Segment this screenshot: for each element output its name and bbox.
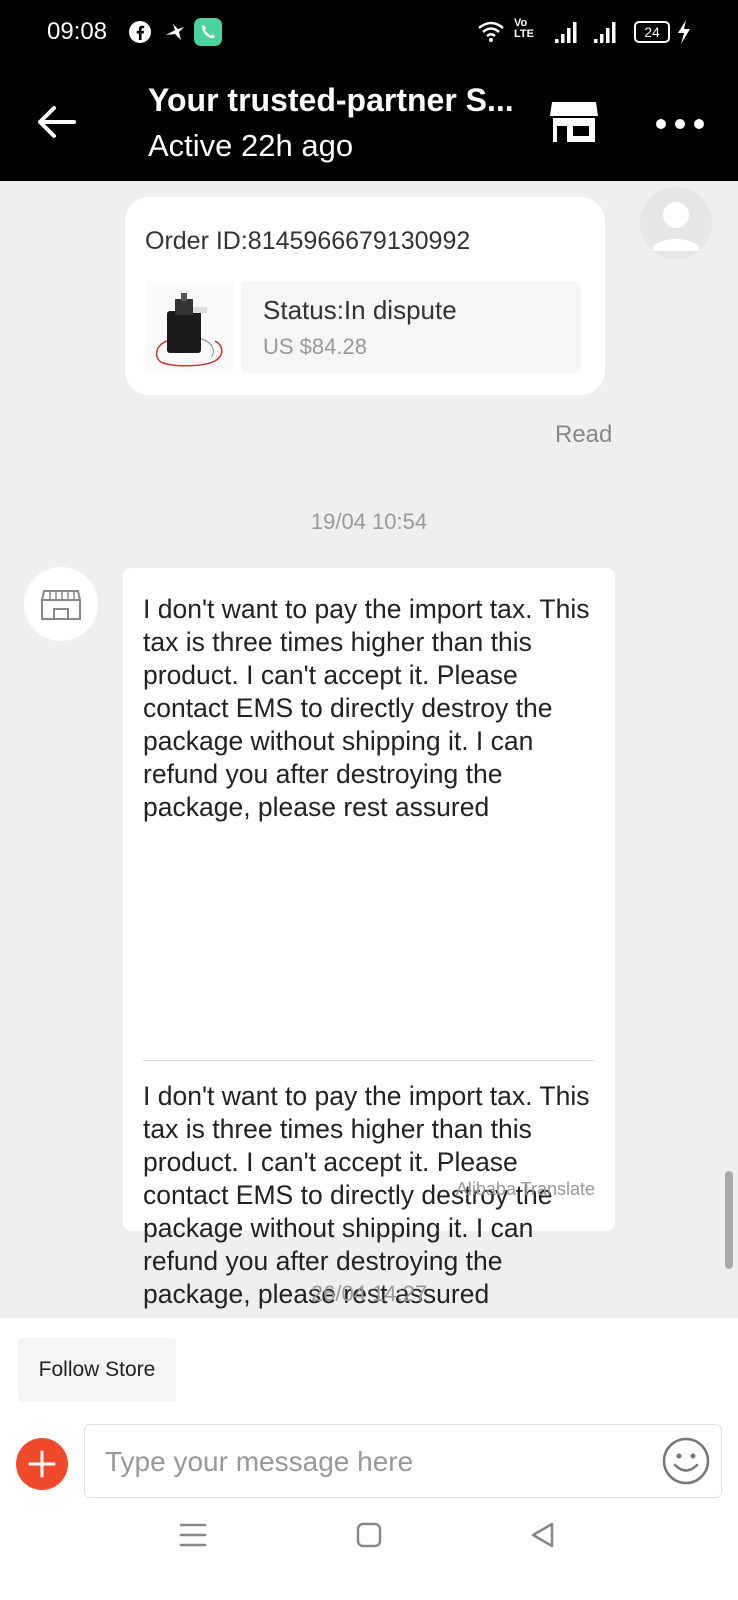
order-card[interactable]: Order ID:8145966679130992 Status:In disp… xyxy=(125,197,605,395)
signal-icon xyxy=(594,20,620,49)
order-price: US $84.28 xyxy=(263,334,367,359)
whatsapp-phone-icon xyxy=(194,18,222,51)
chat-title: Your trusted-partner S... xyxy=(148,82,514,118)
message-bubble[interactable]: I don't want to pay the import tax. This… xyxy=(123,568,615,1309)
message-input-box[interactable] xyxy=(84,1424,722,1498)
order-id: Order ID:8145966679130992 xyxy=(145,227,471,255)
back-arrow-icon[interactable] xyxy=(36,102,80,142)
facebook-icon xyxy=(128,20,152,49)
message-input[interactable] xyxy=(103,1435,627,1489)
follow-store-button[interactable]: Follow Store xyxy=(18,1338,176,1402)
store-icon[interactable] xyxy=(549,100,599,149)
chat-area[interactable]: Order ID:8145966679130992 Status:In disp… xyxy=(0,181,738,1318)
recent-apps-icon[interactable] xyxy=(178,1520,208,1555)
more-options-icon[interactable] xyxy=(656,116,713,134)
volte-bottom: LTE xyxy=(514,28,534,40)
battery-level: 24 xyxy=(644,24,660,40)
read-receipt: Read xyxy=(555,421,613,448)
user-avatar[interactable] xyxy=(640,187,712,259)
tweet-bird-icon xyxy=(163,20,187,49)
product-thumbnail[interactable] xyxy=(145,281,233,373)
home-nav-icon[interactable] xyxy=(354,1520,384,1555)
product-info: Status:In dispute US $84.28 xyxy=(241,281,581,373)
emoji-icon[interactable] xyxy=(661,1436,711,1491)
charging-bolt-icon xyxy=(676,20,692,49)
chat-active-status: Active 22h ago xyxy=(148,128,354,163)
status-time: 09:08 xyxy=(47,18,108,45)
composer-area: Follow Store xyxy=(0,1318,738,1600)
add-attachment-icon[interactable] xyxy=(16,1438,68,1490)
status-bar: 09:08 Vo LTE 24 xyxy=(0,0,738,64)
message-timestamp: 26/04 14:27 xyxy=(310,1281,428,1306)
volte-icon: Vo LTE xyxy=(514,18,534,40)
translation-divider xyxy=(143,1060,595,1061)
store-avatar[interactable] xyxy=(24,567,98,641)
signal-icon xyxy=(555,20,581,49)
battery-icon: 24 xyxy=(634,21,670,43)
order-status: Status:In dispute xyxy=(263,295,457,325)
back-nav-icon[interactable] xyxy=(528,1520,558,1555)
message-timestamp: 19/04 10:54 xyxy=(310,509,428,534)
message-original-text: I don't want to pay the import tax. This… xyxy=(143,594,590,822)
chat-header: Your trusted-partner S... Active 22h ago xyxy=(0,64,738,181)
translator-credit: Alibaba Translate xyxy=(455,1179,595,1199)
chat-scrollbar[interactable] xyxy=(725,1171,733,1269)
wifi-icon xyxy=(476,20,506,49)
